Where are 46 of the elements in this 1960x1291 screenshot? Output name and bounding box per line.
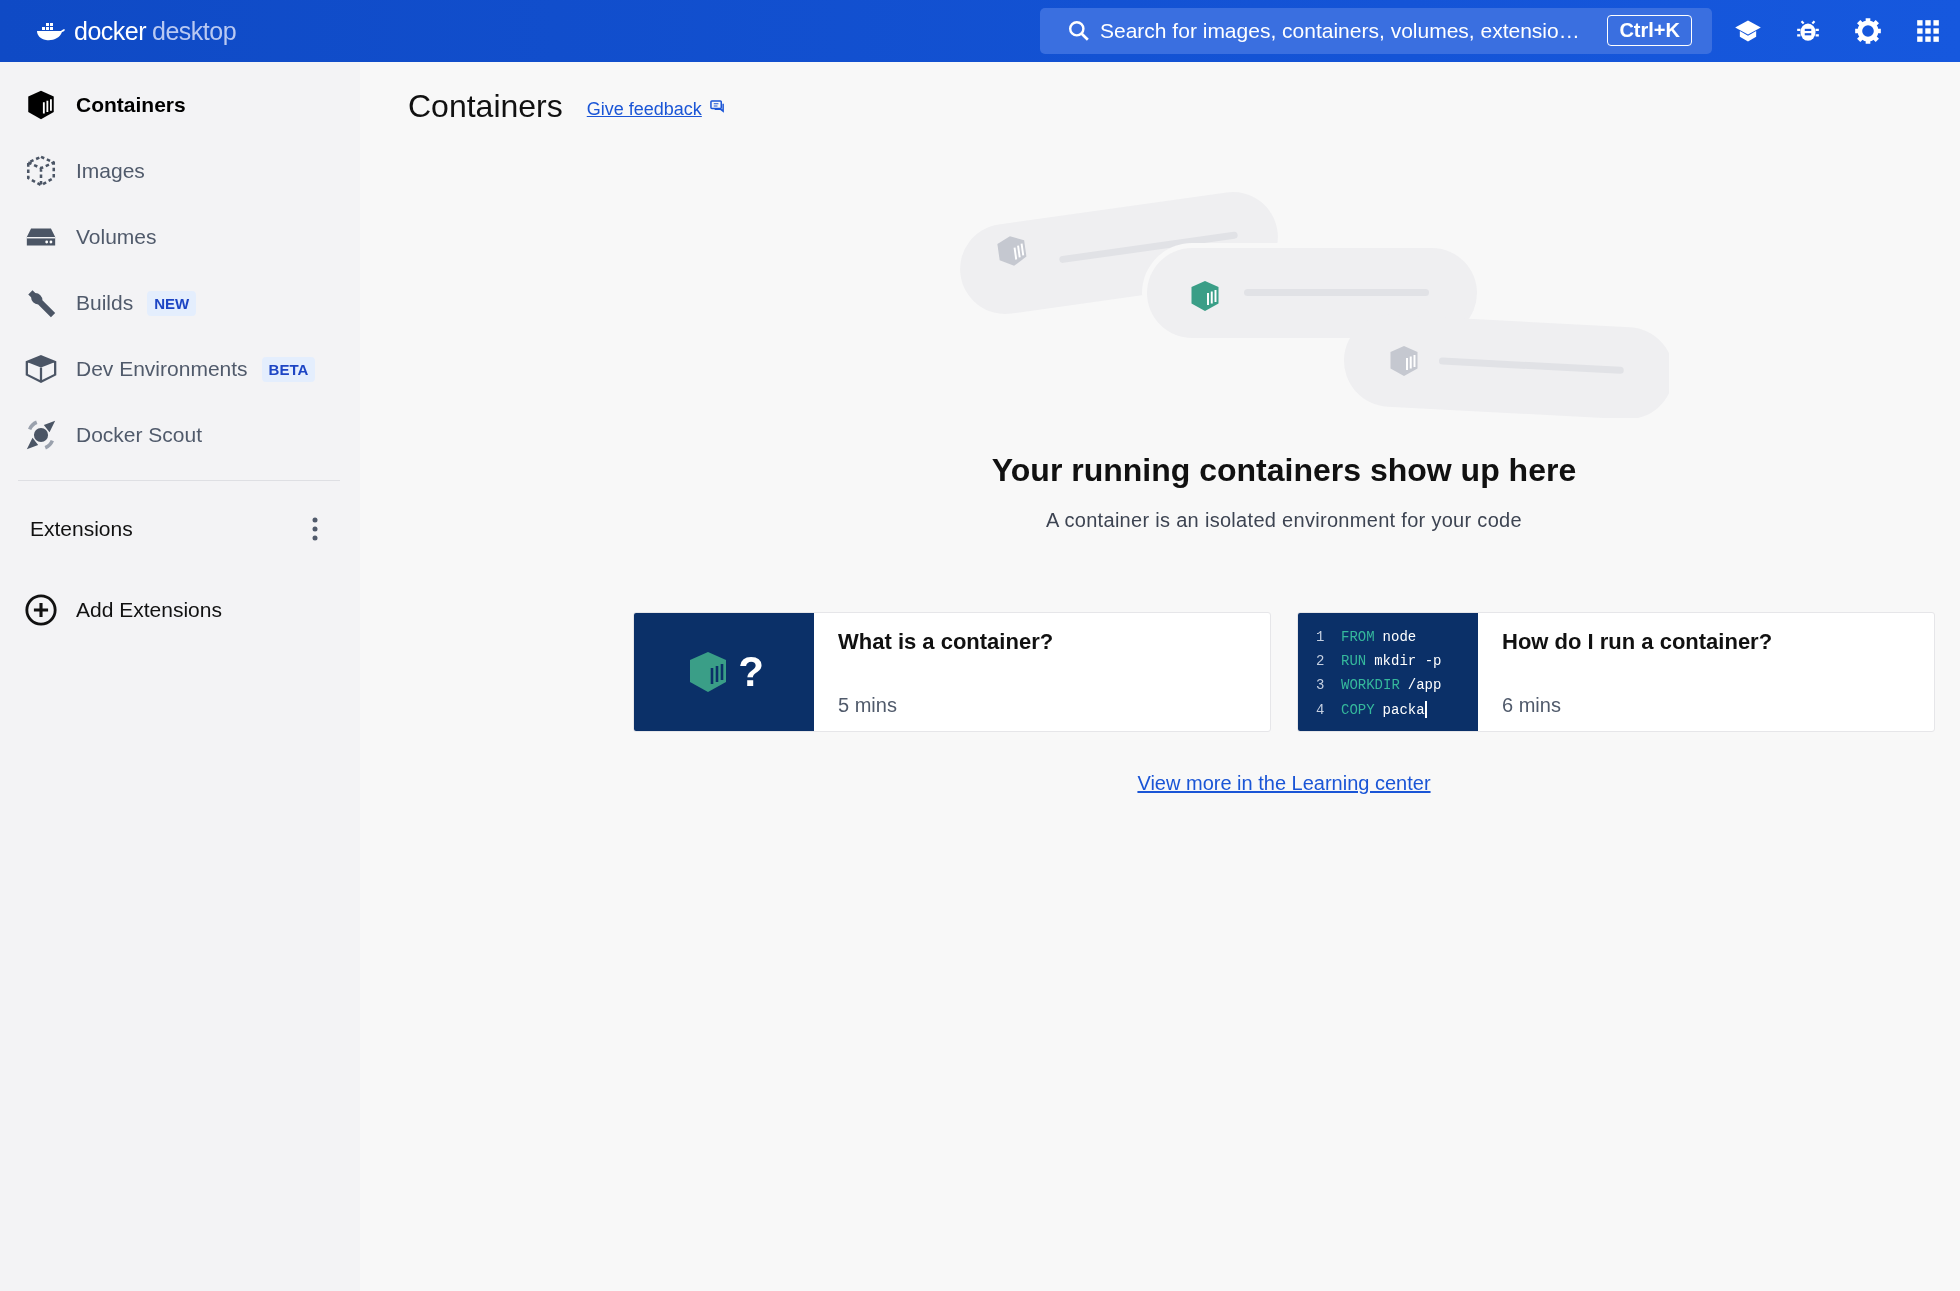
card-duration: 5 mins — [838, 694, 898, 717]
more-options-icon[interactable] — [312, 517, 318, 541]
keyboard-shortcut: Ctrl+K — [1607, 15, 1692, 46]
question-mark: ? — [738, 648, 764, 696]
box-icon — [24, 352, 58, 386]
search-icon — [1068, 20, 1090, 42]
code-keyword: RUN — [1341, 653, 1367, 669]
sidebar-item[interactable]: Volumes — [24, 204, 340, 270]
line-number: 3 — [1316, 677, 1324, 693]
empty-state-text: A container is an isolated environment for your code — [1046, 509, 1522, 532]
code-text: mkdir -p — [1374, 653, 1442, 669]
sidebar-item[interactable]: Dev Environments BETA — [24, 336, 340, 402]
whale-logo-icon — [36, 21, 66, 41]
sidebar-item[interactable]: Docker Scout — [24, 402, 340, 468]
line-number: 1 — [1316, 629, 1324, 645]
status-badge: NEW — [147, 290, 197, 316]
code-text: packa — [1382, 701, 1425, 718]
code-keyword: COPY — [1341, 701, 1375, 718]
section-heading: Extensions — [30, 517, 133, 541]
learning-card[interactable]: ? What is a container? 5 mins — [633, 612, 1271, 732]
chat-icon — [709, 99, 725, 114]
feedback-link[interactable]: Give feedback — [586, 99, 702, 120]
line-number: 2 — [1316, 653, 1324, 669]
code-keyword: WORKDIR — [1341, 677, 1400, 693]
add-extensions-item[interactable]: Add Extensions — [24, 577, 340, 643]
card-title: What is a container? — [838, 629, 1054, 655]
line-number: 4 — [1316, 701, 1324, 718]
card-duration: 6 mins — [1502, 694, 1562, 717]
text-cursor — [1424, 701, 1427, 718]
status-badge: BETA — [261, 356, 316, 382]
sidebar-item[interactable]: Images — [24, 138, 340, 204]
sidebar-item[interactable]: Containers — [24, 72, 340, 138]
logo-wordmark: docker — [74, 16, 147, 46]
dashed-cube-icon — [24, 154, 58, 188]
logo-product-name: desktop — [152, 16, 237, 46]
learning-card[interactable]: 1 FROM node 2 RUN mkdir -p 3 WORKDIR /app 4 COPY packa How do I run a container? 6 mins — [1297, 612, 1935, 732]
learning-center-link[interactable]: View more in the Learning center — [1137, 772, 1431, 795]
sidebar-item[interactable]: Builds NEW — [24, 270, 340, 336]
code-text: node — [1382, 629, 1417, 645]
code-keyword: FROM — [1341, 629, 1375, 645]
code-text: /app — [1407, 677, 1442, 693]
empty-state-heading: Your running containers show up here — [991, 452, 1577, 489]
plus-circle-icon — [24, 593, 58, 627]
page-title: Containers — [408, 88, 563, 125]
card-title: How do I run a container? — [1502, 629, 1773, 655]
scout-icon — [24, 418, 58, 452]
